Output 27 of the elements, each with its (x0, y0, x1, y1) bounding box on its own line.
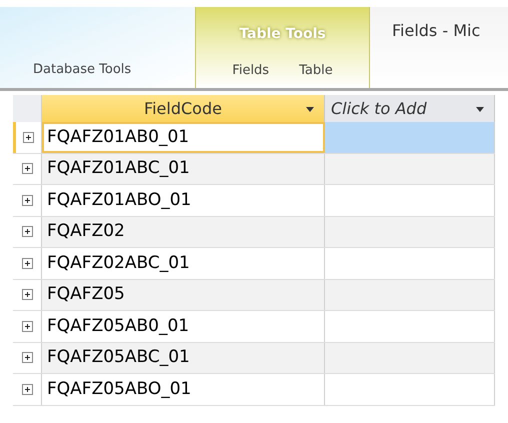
table-cell: FQAFZ02ABC_01 (42, 248, 325, 278)
expand-icon[interactable] (22, 258, 32, 269)
ribbon-tab[interactable]: Fields (232, 60, 270, 80)
expand-icon[interactable] (22, 320, 32, 332)
expand-icon[interactable] (22, 194, 32, 206)
expand-icon[interactable] (22, 352, 32, 364)
ribbon-tab[interactable]: Database Tools (33, 62, 132, 77)
expand-icon[interactable] (23, 132, 34, 143)
window-title: Fields - Mic (392, 21, 480, 40)
contextual-group-label: Table Tools (239, 25, 326, 44)
table-cell: FQAFZ05 (42, 280, 325, 310)
expand-icon[interactable] (22, 289, 32, 300)
table-cell: FQAFZ05AB0_01 (42, 311, 325, 342)
expand-icon[interactable] (22, 163, 32, 174)
table-cell: FQAFZ01AB0_01 (42, 122, 325, 152)
ribbon-tab[interactable]: Table (299, 60, 333, 80)
dropdown-arrow-icon[interactable] (476, 107, 484, 112)
expand-icon[interactable] (22, 226, 32, 238)
table-cell: FQAFZ05ABC_01 (42, 342, 325, 373)
table-cell: FQAFZ02 (42, 216, 325, 247)
dropdown-arrow-icon[interactable] (306, 107, 314, 112)
column-header[interactable]: FieldCode (42, 95, 325, 122)
expand-icon[interactable] (22, 384, 32, 395)
table-cell: FQAFZ05ABO_01 (42, 374, 325, 404)
column-header[interactable]: Click to Add (325, 95, 495, 122)
table-cell: FQAFZ01ABO_01 (42, 185, 325, 216)
table-cell: FQAFZ01ABC_01 (42, 154, 325, 184)
